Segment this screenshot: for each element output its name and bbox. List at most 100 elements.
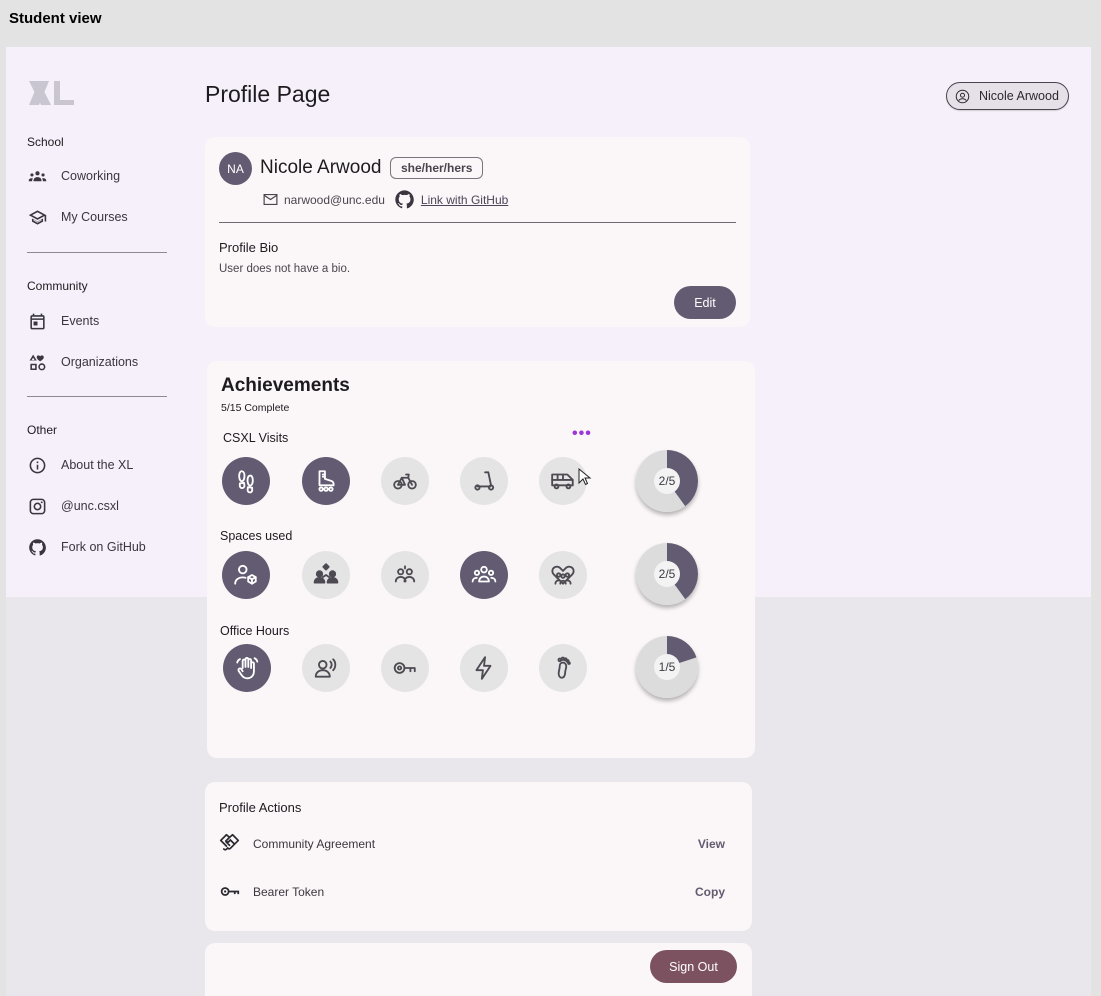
sidebar-item-coworking[interactable]: Coworking (27, 166, 120, 186)
edit-button[interactable]: Edit (674, 286, 736, 319)
group-three-icon (471, 565, 497, 583)
badge-group-two[interactable] (381, 551, 429, 599)
badge-footprint[interactable] (539, 644, 587, 692)
handshake-icon (219, 833, 240, 851)
sidebar-item-label: Events (61, 314, 100, 328)
sign-out-card: Sign Out (205, 943, 752, 996)
sidebar-item-my-courses[interactable]: My Courses (27, 207, 128, 227)
badge-raised-hand[interactable] (223, 644, 271, 692)
category-icon (27, 352, 47, 372)
sidebar-item-events[interactable]: Events (27, 311, 99, 331)
copy-token-button[interactable]: Copy (695, 885, 725, 899)
bio-text: User does not have a bio. (219, 263, 351, 275)
app-window: School Coworking My Courses Community Ev… (6, 47, 1091, 996)
profile-card: NA Nicole Arwood she/her/hers narwood@un… (205, 137, 750, 327)
raised-hand-icon (236, 657, 259, 680)
view-agreement-button[interactable]: View (698, 837, 725, 851)
frame-title: Student view (9, 10, 102, 27)
contact-row: narwood@unc.edu Link with GitHub (262, 189, 508, 210)
user-chip-label: Nicole Arwood (979, 89, 1059, 103)
link-github-button[interactable]: Link with GitHub (394, 189, 508, 210)
sidebar-item-instagram[interactable]: @unc.csxl (27, 496, 119, 516)
mail-icon (263, 193, 278, 206)
xl-logo[interactable] (27, 79, 75, 107)
action-row-bearer-token: Bearer Token Copy (219, 881, 725, 902)
email-text: narwood@unc.edu (284, 192, 385, 207)
mouse-cursor-icon (578, 468, 592, 486)
badge-group-three[interactable] (460, 551, 508, 599)
sidebar-item-label: My Courses (61, 210, 128, 224)
sidebar-item-label: Fork on GitHub (61, 540, 146, 554)
account-circle-icon (955, 89, 970, 103)
badge-roller-skate[interactable] (302, 457, 350, 505)
action-label: Bearer Token (253, 884, 325, 899)
profile-name: Nicole Arwood (260, 157, 382, 178)
github-link-label: Link with GitHub (420, 192, 509, 207)
achievements-card: Achievements 5/15 Complete ••• CSXL Visi… (207, 361, 755, 758)
profile-actions-title: Profile Actions (219, 800, 302, 815)
github-icon (27, 537, 47, 557)
instagram-icon (27, 496, 47, 516)
bolt-icon (475, 656, 492, 680)
sidebar-item-organizations[interactable]: Organizations (27, 352, 138, 372)
action-label: Community Agreement (253, 836, 376, 851)
key-icon (220, 887, 240, 896)
badge-scooter[interactable] (460, 457, 508, 505)
badge-group-heart[interactable] (539, 551, 587, 599)
progress-label: 2/5 (658, 567, 676, 581)
progress-label: 1/5 (658, 660, 676, 674)
more-dots-indicator[interactable]: ••• (572, 425, 592, 443)
badge-bike[interactable] (381, 457, 429, 505)
achievements-title: Achievements (221, 375, 350, 396)
sign-out-button[interactable]: Sign Out (650, 950, 737, 983)
github-icon (395, 190, 414, 209)
badge-footsteps[interactable] (222, 457, 270, 505)
badge-person-box[interactable] (222, 551, 270, 599)
pronouns-chip: she/her/hers (390, 157, 484, 179)
bio-title: Profile Bio (219, 240, 279, 255)
footsteps-icon (238, 470, 254, 494)
avatar: NA (219, 152, 252, 185)
school-icon (27, 207, 47, 227)
sidebar-item-about[interactable]: About the XL (27, 455, 133, 475)
progress-ring-office-hours: 1/5 (636, 636, 698, 698)
achievements-summary: 5/15 Complete (221, 402, 290, 414)
profile-divider (219, 222, 736, 223)
group-heart-icon (551, 565, 575, 585)
key-icon (393, 662, 416, 674)
sidebar-item-label: Organizations (61, 355, 139, 369)
row-label-office-hours: Office Hours (220, 624, 290, 638)
user-chip-button[interactable]: Nicole Arwood (946, 82, 1069, 110)
calendar-icon (27, 311, 47, 331)
scooter-icon (474, 471, 495, 491)
roller-skate-icon (318, 470, 335, 492)
row-label-csxl-visits: CSXL Visits (223, 431, 289, 445)
progress-ring-csxl-visits: 2/5 (636, 450, 698, 512)
nav-section-school: School (27, 135, 64, 149)
sidebar-divider (27, 396, 167, 397)
badge-key[interactable] (381, 644, 429, 692)
badge-group-diamond[interactable] (302, 551, 350, 599)
bike-icon (393, 473, 417, 490)
sidebar-item-label: @unc.csxl (61, 499, 119, 513)
nav-section-community: Community (27, 279, 88, 293)
voice-person-icon (314, 658, 337, 678)
progress-label: 2/5 (658, 474, 676, 488)
page-title: Profile Page (205, 81, 331, 107)
badge-bolt[interactable] (460, 644, 508, 692)
row-label-spaces-used: Spaces used (220, 529, 293, 543)
footprint-icon (557, 656, 571, 679)
profile-actions-card: Profile Actions Community Agreement View… (205, 782, 752, 931)
action-row-community-agreement: Community Agreement View (219, 833, 725, 854)
person-box-icon (234, 564, 257, 585)
group-two-icon (394, 565, 416, 583)
group-diamond-icon (313, 563, 339, 584)
nav-section-other: Other (27, 423, 58, 437)
sidebar-item-label: Coworking (61, 169, 121, 183)
progress-ring-spaces-used: 2/5 (636, 543, 698, 605)
van-icon (551, 473, 574, 490)
sidebar-item-github[interactable]: Fork on GitHub (27, 537, 146, 557)
info-icon (27, 455, 47, 475)
coworking-icon (27, 166, 47, 186)
badge-voice-person[interactable] (302, 644, 350, 692)
